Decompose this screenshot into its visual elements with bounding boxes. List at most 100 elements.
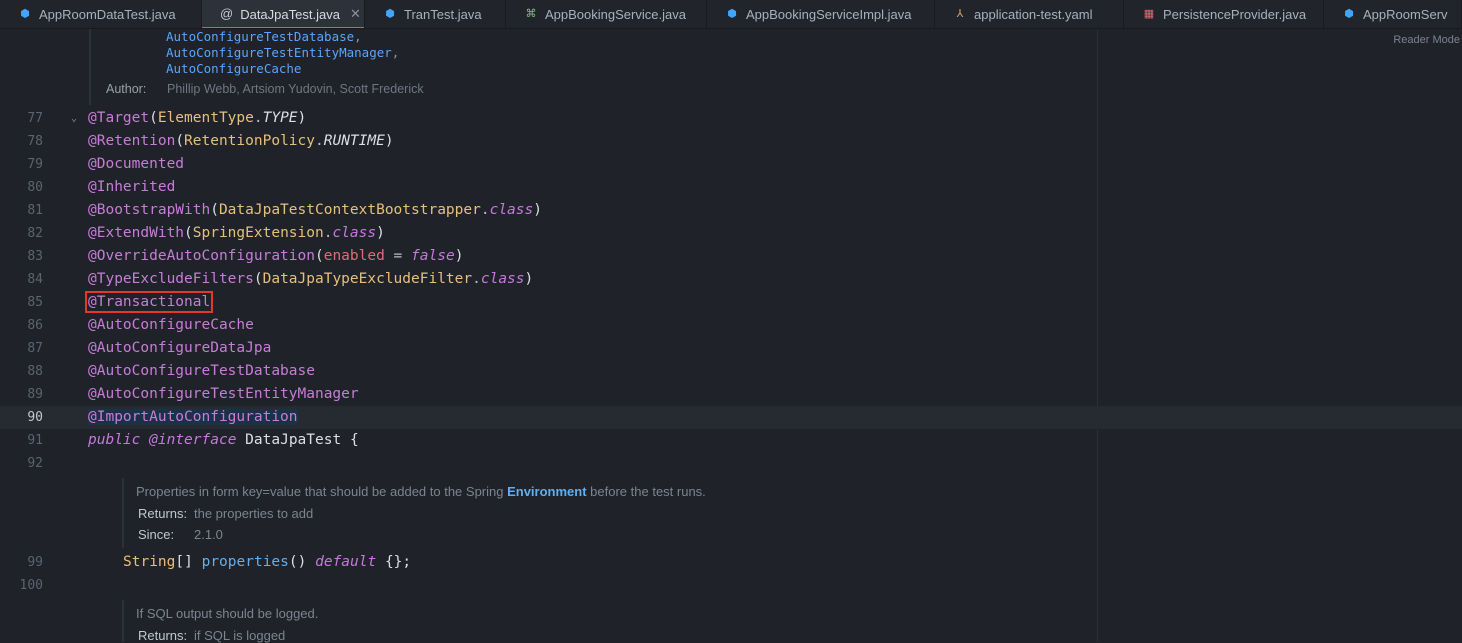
- line-number: 100: [19, 578, 43, 593]
- since-value: 2.1.0: [194, 527, 223, 542]
- code-line-89[interactable]: 89 @AutoConfigureTestEntityManager: [0, 383, 1462, 406]
- code-line-77[interactable]: 77 ⌄ @Target(ElementType.TYPE): [0, 107, 1462, 130]
- tab-label: DataJpaTest.java: [240, 6, 340, 22]
- since-label: Since:: [138, 527, 175, 542]
- class-icon: ⬢: [727, 8, 737, 20]
- environment-link[interactable]: Environment: [507, 484, 586, 499]
- code-text: @AutoConfigureDataJpa: [88, 340, 272, 356]
- tab-label: AppRoomServ: [1363, 6, 1448, 22]
- code-line-100[interactable]: 100: [0, 574, 1462, 597]
- tab-label: application-test.yaml: [974, 6, 1093, 22]
- line-number: 88: [27, 364, 43, 379]
- yaml-icon: ⅄: [956, 8, 964, 20]
- tab-label: AppBookingServiceImpl.java: [746, 6, 912, 22]
- code-line-99[interactable]: 99 String[] properties() default {};: [0, 551, 1462, 574]
- line-number: 87: [27, 341, 43, 356]
- code-line-83[interactable]: 83 @OverrideAutoConfiguration(enabled = …: [0, 245, 1462, 268]
- class-icon: ⬢: [385, 8, 395, 20]
- code-text: @BootstrapWith(DataJpaTestContextBootstr…: [88, 202, 542, 218]
- fold-chevron-icon[interactable]: ⌄: [71, 107, 77, 130]
- code-line-84[interactable]: 84 @TypeExcludeFilters(DataJpaTypeExclud…: [0, 268, 1462, 291]
- tab-datajpatest[interactable]: @ DataJpaTest.java ✕: [202, 0, 365, 28]
- reader-mode-button[interactable]: Reader Mode: [1393, 34, 1460, 46]
- doc-description: If SQL output should be logged.: [136, 606, 319, 621]
- doc-comment-bar: [89, 29, 91, 105]
- transactional-highlight-box: @Transactional: [84, 291, 214, 313]
- tab-appbookingservice[interactable]: ⌘ AppBookingService.java: [506, 0, 707, 28]
- tab-label: AppBookingService.java: [545, 6, 686, 22]
- code-text: @ExtendWith(SpringExtension.class): [88, 225, 385, 241]
- tab-appbookingserviceimpl[interactable]: ⬢ AppBookingServiceImpl.java: [707, 0, 935, 28]
- code-line-88[interactable]: 88 @AutoConfigureTestDatabase: [0, 360, 1462, 383]
- code-text: @AutoConfigureTestDatabase: [88, 363, 315, 379]
- tab-persistenceprovider[interactable]: ▦ PersistenceProvider.java: [1124, 0, 1324, 28]
- line-number: 85: [27, 295, 43, 310]
- code-text: @Inherited: [88, 179, 176, 195]
- code-line-78[interactable]: 78 @Retention(RetentionPolicy.RUNTIME): [0, 130, 1462, 153]
- line-number: 92: [27, 456, 43, 471]
- code-text: @ImportAutoConfiguration: [88, 406, 298, 429]
- line-number: 83: [27, 249, 43, 264]
- line-number: 81: [27, 203, 43, 218]
- author-value: Phillip Webb, Artsiom Yudovin, Scott Fre…: [167, 82, 424, 96]
- code-line-90-current[interactable]: 90 @ImportAutoConfiguration: [0, 406, 1462, 429]
- code-text: public @interface DataJpaTest {: [88, 432, 359, 448]
- see-also-list: AutoConfigureTestDatabase, AutoConfigure…: [166, 29, 399, 77]
- code-text: @TypeExcludeFilters(DataJpaTypeExcludeFi…: [88, 271, 534, 287]
- code-text: String[] properties() default {};: [123, 554, 412, 570]
- code-line-91[interactable]: 91 public @interface DataJpaTest {: [0, 429, 1462, 452]
- code-text: @AutoConfigureCache: [88, 317, 254, 333]
- editor-tab-bar: ⬢ AppRoomDataTest.java @ DataJpaTest.jav…: [0, 0, 1462, 29]
- line-number: 89: [27, 387, 43, 402]
- code-line-87[interactable]: 87 @AutoConfigureDataJpa: [0, 337, 1462, 360]
- code-line-92[interactable]: 92: [0, 452, 1462, 475]
- code-line-79[interactable]: 79 @Documented: [0, 153, 1462, 176]
- code-text: @AutoConfigureTestEntityManager: [88, 386, 359, 402]
- line-number: 91: [27, 433, 43, 448]
- line-number: 99: [27, 555, 43, 570]
- tab-trantest[interactable]: ⬢ TranTest.java: [365, 0, 506, 28]
- see-link[interactable]: AutoConfigureTestDatabase,: [166, 29, 399, 45]
- code-line-86[interactable]: 86 @AutoConfigureCache: [0, 314, 1462, 337]
- code-line-85[interactable]: 85 @Transactional: [0, 291, 1462, 314]
- line-number: 86: [27, 318, 43, 333]
- tab-approomserv[interactable]: ⬢ AppRoomServ: [1324, 0, 1462, 28]
- tab-label: PersistenceProvider.java: [1163, 6, 1307, 22]
- annotation-icon: @: [220, 6, 234, 21]
- class-icon: ⬢: [1344, 8, 1354, 20]
- selected-text: @ImportAutoConfiguration: [88, 409, 298, 425]
- interface-icon: ⌘: [525, 8, 537, 20]
- class-icon: ⬢: [20, 8, 30, 20]
- doc-comment-bar: [122, 600, 124, 642]
- code-line-81[interactable]: 81 @BootstrapWith(DataJpaTestContextBoot…: [0, 199, 1462, 222]
- returns-value: if SQL is logged: [194, 628, 286, 643]
- tab-label: AppRoomDataTest.java: [39, 6, 176, 22]
- returns-label: Returns:: [138, 506, 188, 521]
- line-number: 82: [27, 226, 43, 241]
- doc-description: Properties in form key=value that should…: [136, 484, 706, 499]
- doc-comment-bar: [122, 478, 124, 548]
- author-label: Author:: [106, 82, 147, 96]
- tab-application-test-yaml[interactable]: ⅄ application-test.yaml: [935, 0, 1124, 28]
- code-text: @Documented: [88, 156, 185, 172]
- tab-approomdatatest[interactable]: ⬢ AppRoomDataTest.java: [0, 0, 202, 28]
- tab-label: TranTest.java: [404, 6, 482, 22]
- line-number: 80: [27, 180, 43, 195]
- close-tab-icon[interactable]: ✕: [350, 6, 361, 22]
- author-row: Author: Phillip Webb, Artsiom Yudovin, S…: [106, 82, 424, 96]
- code-line-80[interactable]: 80 @Inherited: [0, 176, 1462, 199]
- code-text: @Retention(RetentionPolicy.RUNTIME): [88, 133, 394, 149]
- code-text: @Target(ElementType.TYPE): [88, 110, 307, 126]
- package-icon: ▦: [1143, 8, 1155, 20]
- code-editor[interactable]: Reader Mode AutoConfigureTestDatabase, A…: [0, 29, 1462, 643]
- line-number: 90: [27, 410, 43, 425]
- see-link[interactable]: AutoConfigureTestEntityManager,: [166, 45, 399, 61]
- code-line-82[interactable]: 82 @ExtendWith(SpringExtension.class): [0, 222, 1462, 245]
- code-text: @OverrideAutoConfiguration(enabled = fal…: [88, 248, 464, 264]
- see-link[interactable]: AutoConfigureCache: [166, 61, 399, 77]
- returns-label: Returns:: [138, 628, 188, 643]
- line-number: 77: [27, 111, 43, 126]
- line-number: 79: [27, 157, 43, 172]
- returns-value: the properties to add: [194, 506, 314, 521]
- line-number: 78: [27, 134, 43, 149]
